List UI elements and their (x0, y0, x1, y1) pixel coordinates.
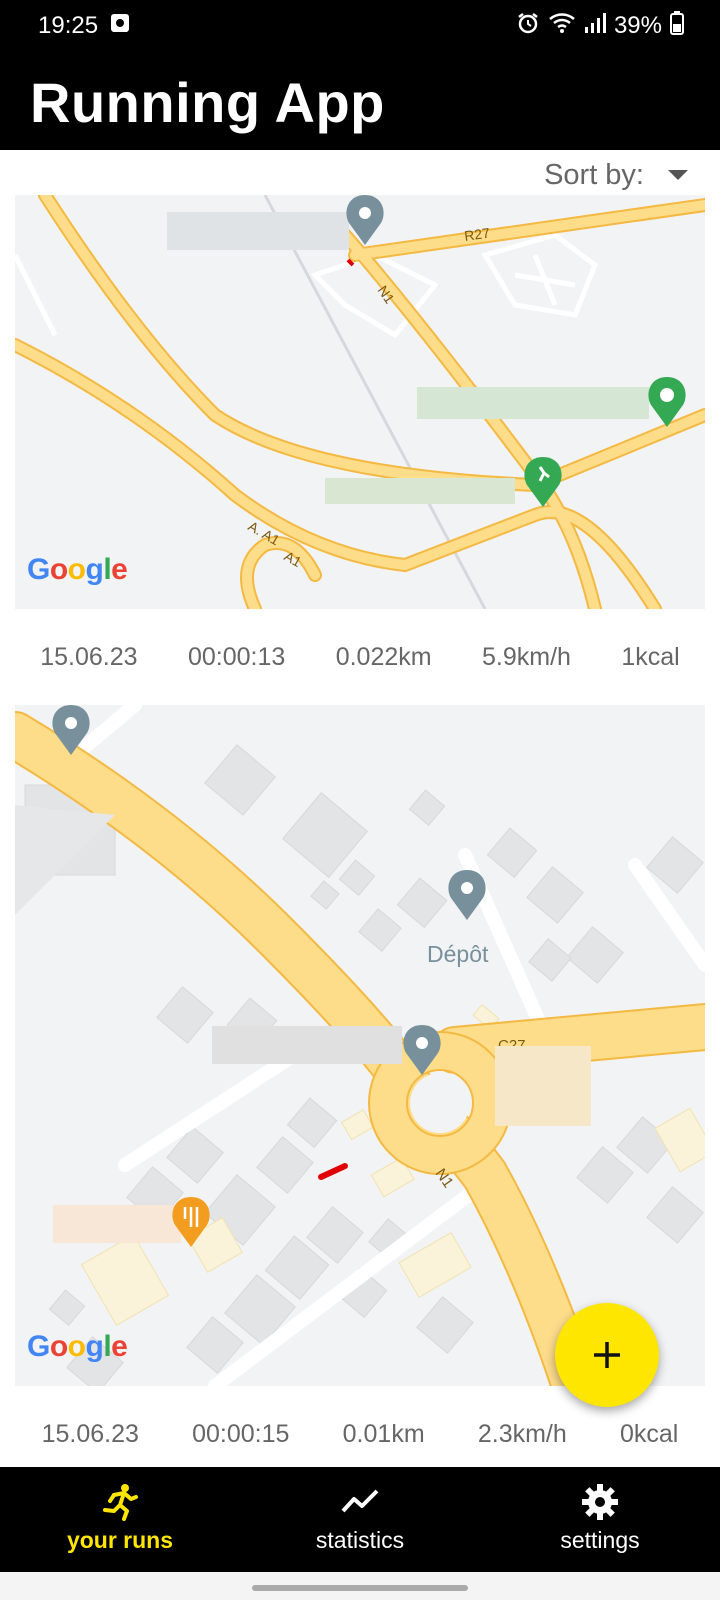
dropdown-arrow-icon (668, 170, 688, 180)
blurred-label (167, 212, 349, 250)
gesture-bar (0, 1572, 720, 1600)
run-duration: 00:00:13 (187, 643, 286, 671)
place-label-depot: Dépôt (427, 941, 489, 967)
run-distance: 0.01km (342, 1420, 425, 1448)
run-duration: 00:00:15 (192, 1420, 290, 1448)
blurred-label (417, 387, 649, 419)
nav-label: statistics (315, 1527, 405, 1553)
battery-icon (670, 10, 684, 42)
add-run-button[interactable] (555, 1303, 659, 1407)
blurred-label (212, 1026, 402, 1064)
run-speed: 5.9km/h (482, 643, 571, 671)
google-logo: Google (27, 1330, 128, 1363)
nav-settings[interactable]: settings (480, 1467, 720, 1572)
sort-dropdown[interactable]: Sort by: (544, 155, 690, 195)
run-map-1[interactable]: R27 N1 A. A1 A1 Google (15, 195, 705, 609)
run-stats-1[interactable]: 15.06.23 00:00:13 0.022km 5.9km/h 1kcal (15, 643, 705, 672)
run-speed: 2.3km/h (477, 1420, 567, 1448)
blurred-label (325, 478, 515, 504)
google-logo: Google (27, 553, 128, 586)
plus-icon (594, 1342, 620, 1368)
home-handle[interactable] (252, 1585, 468, 1591)
gear-icon (582, 1484, 618, 1520)
run-stats-2[interactable]: 15.06.23 00:00:15 0.01km 2.3km/h 0kcal (15, 1420, 705, 1449)
run-date: 15.06.23 (40, 643, 138, 671)
battery-percent: 39% (613, 12, 662, 39)
nav-label: settings (560, 1527, 640, 1553)
trend-icon (341, 1489, 379, 1513)
signal-icon (584, 12, 606, 41)
app-title: Running App (30, 71, 385, 134)
bottom-nav: your runs statistics settings (0, 1467, 720, 1572)
nav-statistics[interactable]: statistics (240, 1467, 480, 1572)
runner-icon (103, 1484, 138, 1521)
blurred-label (495, 1046, 591, 1126)
run-map-2[interactable]: N1 C27 Dépôt Google (15, 705, 705, 1386)
blurred-label (53, 1205, 181, 1243)
run-calories: 0kcal (619, 1420, 679, 1448)
run-distance: 0.022km (335, 643, 432, 671)
wifi-icon (548, 11, 576, 42)
run-date: 15.06.23 (41, 1420, 139, 1448)
alarm-icon (516, 11, 540, 42)
top-bar: 19:25 39% Running App (0, 0, 720, 150)
run-calories: 1kcal (621, 643, 680, 671)
sort-label: Sort by: (544, 158, 644, 191)
nav-your-runs[interactable]: your runs (0, 1467, 240, 1572)
status-time: 19:25 (38, 12, 99, 39)
nav-label: your runs (66, 1527, 174, 1553)
screen-record-icon (110, 12, 130, 40)
status-bar: 19:25 39% (38, 10, 684, 42)
